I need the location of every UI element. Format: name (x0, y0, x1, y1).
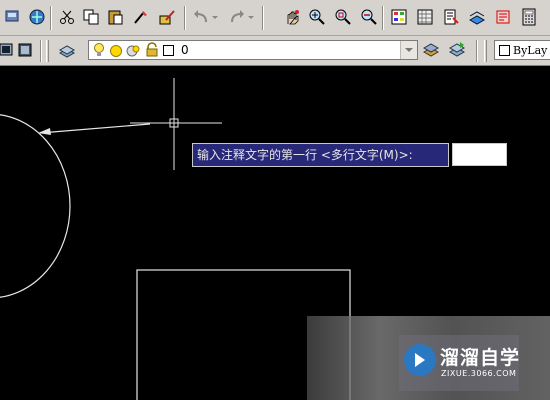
layer-on-icon[interactable] (93, 42, 105, 62)
circle-entity-shape (0, 114, 71, 298)
block-editor-icon[interactable] (156, 6, 178, 28)
layer-dropdown[interactable]: 0 (88, 40, 418, 60)
viewport-freeze-icon[interactable] (125, 43, 141, 62)
properties-icon[interactable] (388, 6, 410, 28)
redo-dropdown-icon[interactable] (246, 6, 256, 28)
chevron-down-icon[interactable] (400, 41, 417, 59)
toolbar-separator (50, 6, 52, 30)
toolbar-separator (382, 6, 384, 30)
undo-dropdown-icon[interactable] (210, 6, 220, 28)
color-swatch-icon (499, 44, 510, 56)
toolbar-separator (184, 6, 186, 30)
sheet-set-icon[interactable] (466, 6, 488, 28)
layer-states-icon[interactable] (14, 39, 36, 61)
pan-icon[interactable] (282, 6, 304, 28)
watermark-logo-icon (404, 344, 436, 376)
dynamic-input-prompt: 输入注释文字的第一行 <多行文字(M)>: (192, 143, 449, 167)
make-current-layer-icon[interactable] (420, 38, 442, 60)
paste-icon[interactable] (104, 6, 126, 28)
dynamic-input-field[interactable] (452, 143, 507, 166)
calculator-icon[interactable] (518, 6, 540, 28)
undo-icon[interactable] (190, 6, 212, 28)
zoom-window-icon[interactable] (332, 6, 354, 28)
current-layer-name: 0 (181, 43, 189, 57)
lock-icon[interactable] (145, 42, 159, 62)
redo-icon[interactable] (226, 6, 248, 28)
plot-icon[interactable] (26, 6, 48, 28)
layer-manager-icon[interactable] (56, 40, 78, 62)
standard-toolbar (0, 0, 550, 36)
toolbar-separator (40, 40, 42, 62)
layer-previous-icon[interactable] (446, 38, 468, 60)
toolbar-separator (262, 6, 264, 30)
toolbar-grip[interactable] (484, 40, 487, 62)
cut-icon[interactable] (56, 6, 78, 28)
watermark-title: 溜溜自学 (440, 347, 521, 369)
publish-icon[interactable] (2, 6, 24, 28)
design-center-icon[interactable] (414, 6, 436, 28)
color-value: ByLay (513, 43, 548, 57)
color-control-dropdown[interactable]: ByLay (494, 40, 550, 60)
tool-palettes-icon[interactable] (440, 6, 462, 28)
color-swatch-icon[interactable] (163, 45, 174, 56)
toolbar-separator (476, 40, 478, 62)
zoom-realtime-icon[interactable] (306, 6, 328, 28)
zoom-previous-icon[interactable] (358, 6, 380, 28)
copy-icon[interactable] (80, 6, 102, 28)
leader-line (39, 123, 151, 134)
freeze-sun-icon[interactable] (109, 43, 123, 62)
match-properties-icon[interactable] (130, 6, 152, 28)
markup-icon[interactable] (492, 6, 514, 28)
toolbar-grip[interactable] (46, 40, 49, 62)
watermark-url: ZIXUE.3066.COM (441, 369, 517, 378)
